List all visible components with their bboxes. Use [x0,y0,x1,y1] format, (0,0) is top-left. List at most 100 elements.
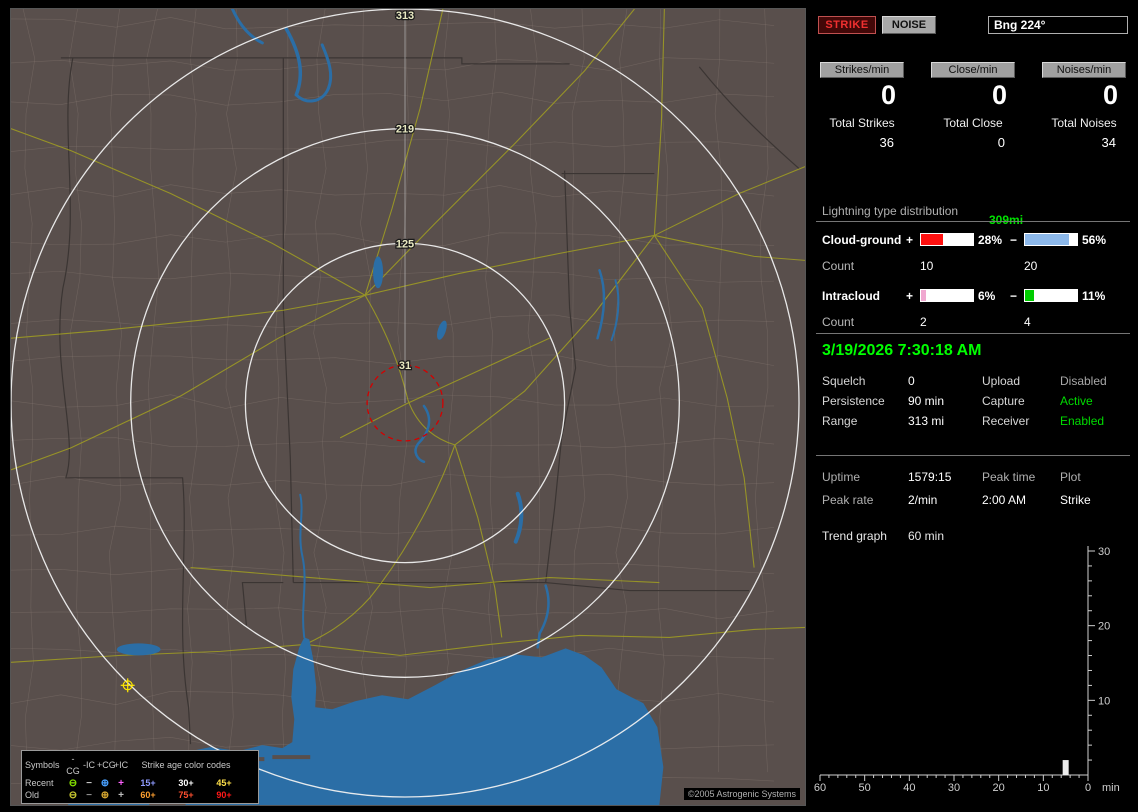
trend-graph-label: Trend graph [822,529,887,543]
app-window: 313 219 125 31 Symbols -CG -IC +CG +IC S… [0,0,1138,812]
strikes-per-min-header[interactable]: Strikes/min [820,62,904,78]
close-per-min-value: 0 [991,80,1007,110]
status-row-persistence: Persistence 90 min Capture Active [816,391,1130,411]
lightning-type-distribution: Lightning type distribution Cloud-ground… [816,204,1130,330]
total-close-label: Total Close [943,116,1003,130]
squelch-label: Squelch [822,374,866,388]
total-close-value: 0 [997,135,1005,150]
distribution-title: Lightning type distribution [816,204,1130,222]
minus-sign: − [1010,288,1018,303]
svg-text:40: 40 [903,782,915,794]
cg-positive-bar [920,233,974,246]
age-code-75: 75+ [178,790,194,800]
noises-per-min-header[interactable]: Noises/min [1042,62,1126,78]
intracloud-row: Intracloud + 6% − 11% [816,287,1130,304]
cg-negative-pct: 56% [1082,232,1107,247]
ring-label-125: 125 [396,238,414,250]
svg-text:30: 30 [948,782,960,794]
legend-row-label: Recent [25,778,54,788]
cloud-ground-row: Cloud-ground + 28% − 56% [816,231,1130,248]
age-code-15: 15+ [140,778,156,788]
cg-negative-bar [1024,233,1078,246]
trend-graph-canvas: 30 20 10 60 50 40 30 20 10 0 min [814,546,1120,794]
legend-col-neg-ic: -IC [83,760,95,770]
close-per-min-column: Close/min 0 Total Close 0 [931,62,1015,150]
svg-text:20: 20 [993,782,1005,794]
cg-positive-pct: 28% [978,232,1003,247]
pos-cg-old-icon: ⊕ [100,789,110,801]
ic-positive-count: 2 [920,314,927,329]
ring-label-31: 31 [399,360,411,372]
svg-text:10: 10 [1098,695,1110,707]
svg-text:50: 50 [859,782,871,794]
range-value: 313 mi [908,414,945,428]
info-row-peak-rate: Peak rate 2/min 2:00 AM Strike [816,489,1130,512]
last-strike-bearing-box: Bng 224° 309mi [988,16,1128,227]
age-code-60: 60+ [140,790,156,800]
age-code-90: 90+ [216,790,232,800]
legend-col-pos-cg: +CG [97,760,116,770]
legend-col-pos-ic: +IC [113,760,129,770]
persistence-value: 90 min [908,394,945,408]
svg-text:0: 0 [1085,782,1091,794]
total-strikes-label: Total Strikes [829,116,895,130]
capture-label: Capture [982,394,1025,408]
plus-sign: + [906,232,914,247]
ic-negative-pct: 11% [1082,288,1106,303]
legend-age-header: Strike age color codes [141,760,231,770]
peak-time-value: 2:00 AM [982,493,1027,507]
ic-negative-count: 4 [1024,314,1031,329]
cloud-ground-count-row: Count 10 20 [816,257,1130,274]
receiver-status-section: 3/19/2026 7:30:18 AM Squelch 0 Upload Di… [816,333,1130,431]
peak-rate-value: 2/min [908,493,938,507]
copyright-notice: ©2005 Astrogenic Systems [683,788,800,800]
uptime-value: 1579:15 [908,470,952,484]
plus-sign: + [906,288,914,303]
pos-cg-recent-icon: ⊕ [100,777,110,789]
info-row-uptime: Uptime 1579:15 Peak time Plot [816,466,1130,489]
neg-ic-old-icon: − [86,789,92,801]
svg-text:10: 10 [1037,782,1049,794]
cloud-ground-label: Cloud-ground [822,232,902,247]
session-info-section: Uptime 1579:15 Peak time Plot Peak rate … [816,455,1130,543]
legend-header-row: Symbols -CG -IC +CG +IC Strike age color… [25,753,255,777]
ring-label-219: 219 [396,124,414,136]
count-label: Count [822,258,855,273]
lightning-map[interactable]: 313 219 125 31 Symbols -CG -IC +CG +IC S… [10,8,806,806]
noise-mode-button[interactable]: NOISE [882,16,936,34]
ic-positive-bar [920,289,974,302]
total-noises-label: Total Noises [1051,116,1117,130]
status-row-range: Range 313 mi Receiver Enabled [816,411,1130,431]
svg-text:min: min [1102,782,1120,794]
trend-graph-row: Trend graph 60 min [816,529,1130,543]
legend-recent-row: Recent ⊖ − ⊕ + 15+ 30+ 45+ [25,777,255,789]
ic-negative-bar [1024,289,1078,302]
close-per-min-header[interactable]: Close/min [931,62,1015,78]
age-code-30: 30+ [178,778,194,788]
strike-mode-button[interactable]: STRIKE [818,16,876,34]
minus-sign: − [1010,232,1018,247]
map-legend: Symbols -CG -IC +CG +IC Strike age color… [21,750,259,804]
pos-ic-recent-icon: + [118,777,124,789]
noises-per-min-value: 0 [1102,80,1118,110]
squelch-value: 0 [908,374,915,388]
upload-status: Disabled [1060,374,1107,388]
map-canvas: 313 219 125 31 [11,9,805,805]
total-noises-value: 34 [1101,135,1116,150]
svg-text:20: 20 [1098,621,1110,633]
ic-positive-pct: 6% [978,288,996,303]
intracloud-label: Intracloud [822,288,881,303]
count-label: Count [822,314,855,329]
total-strikes-value: 36 [879,135,894,150]
receiver-label: Receiver [982,414,1030,428]
uptime-label: Uptime [822,470,861,484]
range-label: Range [822,414,858,428]
persistence-label: Persistence [822,394,885,408]
rate-counters: Strikes/min 0 Total Strikes 36 Close/min… [820,62,1126,150]
upload-label: Upload [982,374,1021,388]
peak-time-label: Peak time [982,470,1036,484]
peak-rate-label: Peak rate [822,493,874,507]
legend-old-row: Old ⊖ − ⊕ + 60+ 75+ 90+ [25,789,255,801]
plot-label: Plot [1060,470,1081,484]
trend-graph-chart: 30 20 10 60 50 40 30 20 10 0 min [814,543,1130,803]
